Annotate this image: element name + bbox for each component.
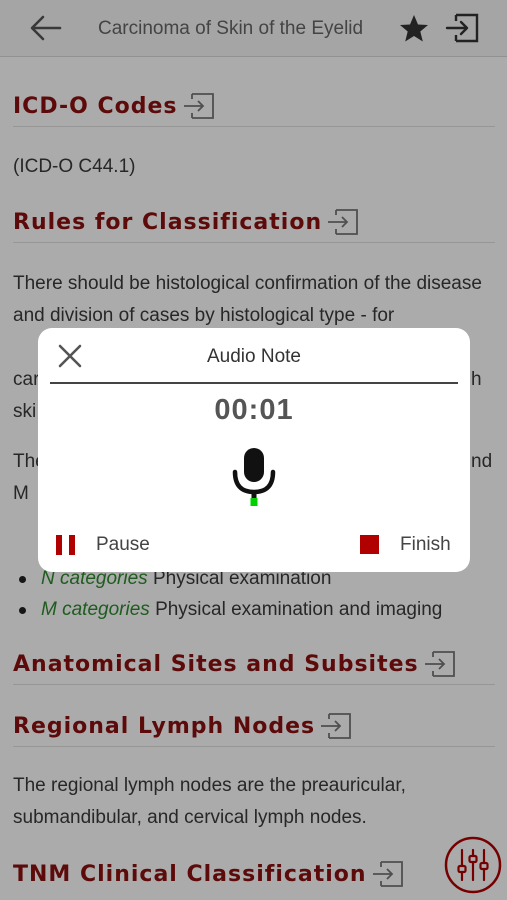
pause-button[interactable]: Pause bbox=[56, 530, 186, 560]
dialog-title: Audio Note bbox=[206, 346, 301, 367]
microphone-icon bbox=[232, 448, 276, 506]
finish-label: Finish bbox=[400, 534, 451, 555]
audio-note-dialog: Audio Note 00:01 Pause Finish bbox=[38, 328, 470, 572]
divider bbox=[50, 382, 458, 384]
audio-level-indicator bbox=[250, 498, 258, 506]
pause-icon bbox=[56, 535, 75, 555]
recording-timer: 00:01 bbox=[214, 394, 294, 426]
stop-icon bbox=[360, 535, 379, 554]
finish-button[interactable]: Finish bbox=[360, 530, 460, 560]
pause-label: Pause bbox=[96, 534, 150, 555]
